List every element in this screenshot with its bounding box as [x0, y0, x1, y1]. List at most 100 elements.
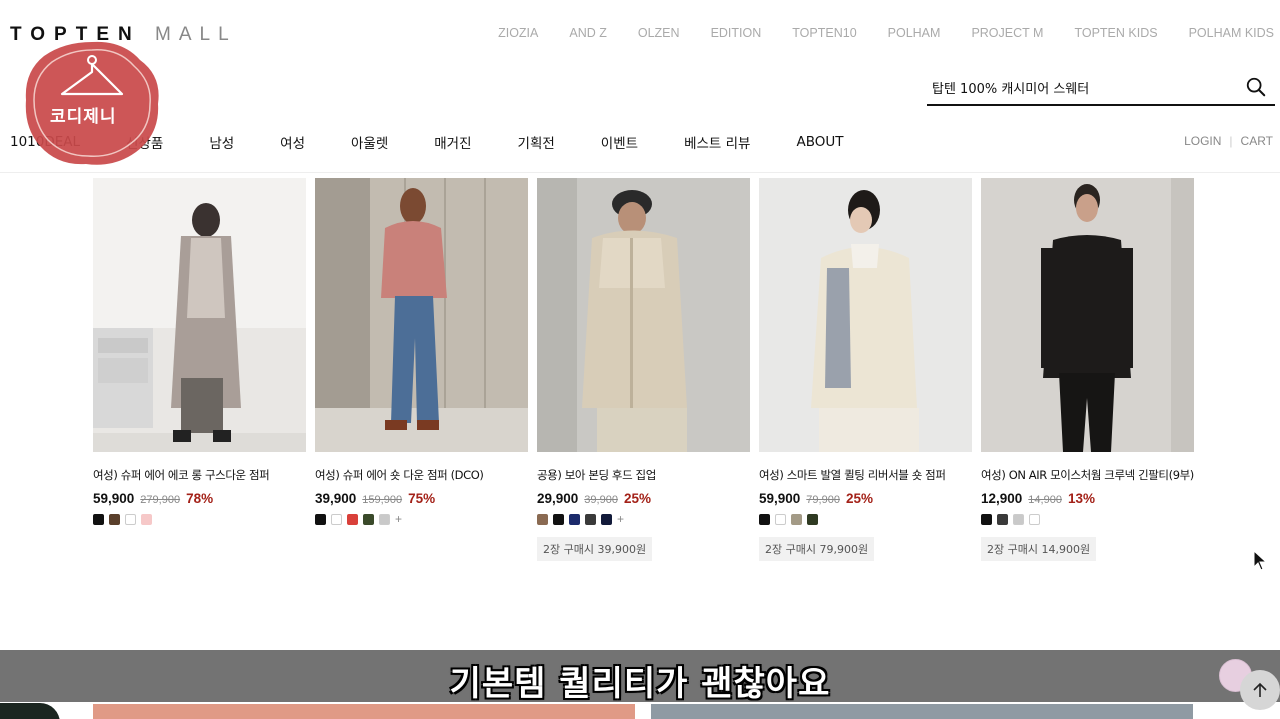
video-caption: 기본템 퀄리티가 괜찮아요: [449, 664, 831, 704]
color-swatches: [93, 514, 306, 525]
sale-price: 59,900: [759, 491, 801, 506]
discount-rate: 13%: [1067, 491, 1095, 506]
nav-item-event[interactable]: 이벤트: [601, 132, 638, 152]
product-name[interactable]: 여성) 슈퍼 에어 숏 다운 점퍼 (DCO): [315, 467, 528, 483]
color-swatch[interactable]: [1013, 514, 1024, 525]
watermark-label: 코디제니: [50, 107, 117, 127]
more-colors-icon[interactable]: +: [395, 513, 402, 525]
sale-price: 59,900: [93, 491, 135, 506]
brand-nav: ZIOZIA AND Z OLZEN EDITION TOPTEN10 POLH…: [498, 26, 1274, 40]
color-swatch[interactable]: [93, 514, 104, 525]
product-name[interactable]: 공용) 보아 본딩 후드 집업: [537, 467, 750, 483]
divider: |: [1229, 134, 1233, 148]
search-box: [927, 72, 1275, 106]
brand-link[interactable]: TOPTEN10: [792, 26, 856, 40]
logo-sub: MALL: [155, 24, 237, 45]
color-swatch[interactable]: [347, 514, 358, 525]
sale-price: 12,900: [981, 491, 1023, 506]
price-row: 39,900 159,900 75%: [315, 491, 528, 506]
discount-rate: 75%: [408, 491, 436, 506]
search-input[interactable]: [927, 72, 1227, 102]
search-icon[interactable]: [1245, 76, 1267, 98]
color-swatch[interactable]: [331, 514, 342, 525]
brand-link[interactable]: AND Z: [569, 26, 607, 40]
brand-link[interactable]: EDITION: [711, 26, 762, 40]
promo-banner[interactable]: [651, 704, 1193, 719]
nav-item-best-review[interactable]: 베스트 리뷰: [684, 132, 750, 152]
product-image[interactable]: [315, 178, 528, 452]
color-swatch[interactable]: [537, 514, 548, 525]
price-row: 29,900 39,900 25%: [537, 491, 750, 506]
product-name[interactable]: 여성) ON AIR 모이스처웜 크루넥 긴팔티(9부): [981, 467, 1194, 483]
color-swatch[interactable]: [981, 514, 992, 525]
product-image[interactable]: [759, 178, 972, 452]
color-swatches: +: [537, 513, 750, 525]
nav-item-special[interactable]: 기획전: [518, 132, 555, 152]
cart-link[interactable]: CART: [1241, 134, 1273, 148]
more-colors-icon[interactable]: +: [617, 513, 624, 525]
scroll-top-button[interactable]: [1240, 670, 1280, 710]
util-nav: LOGIN | CART: [1184, 134, 1273, 148]
chat-widget[interactable]: [0, 703, 60, 719]
product-card[interactable]: 여성) 슈퍼 에어 에코 롱 구스다운 점퍼 59,900 279,900 78…: [93, 178, 306, 561]
color-swatch[interactable]: [759, 514, 770, 525]
nav-item-outlet[interactable]: 아울렛: [351, 132, 388, 152]
color-swatch[interactable]: [997, 514, 1008, 525]
color-swatch[interactable]: [363, 514, 374, 525]
bundle-badge: 2장 구매시 39,900원: [537, 537, 653, 561]
color-swatch[interactable]: [109, 514, 120, 525]
product-image[interactable]: [537, 178, 750, 452]
nav-item-women[interactable]: 여성: [280, 132, 305, 152]
color-swatches: +: [315, 513, 528, 525]
bundle-badge: 2장 구매시 14,900원: [981, 537, 1097, 561]
sale-price: 39,900: [315, 491, 357, 506]
promo-banner[interactable]: [93, 704, 635, 719]
brand-link[interactable]: PROJECT M: [971, 26, 1043, 40]
brand-link[interactable]: POLHAM KIDS: [1189, 26, 1274, 40]
color-swatch[interactable]: [1029, 514, 1040, 525]
discount-rate: 78%: [186, 491, 214, 506]
product-image[interactable]: [981, 178, 1194, 452]
color-swatch[interactable]: [585, 514, 596, 525]
brand-link[interactable]: POLHAM: [888, 26, 941, 40]
original-price: 159,900: [362, 494, 403, 506]
product-image[interactable]: [93, 178, 306, 452]
color-swatch[interactable]: [601, 514, 612, 525]
bundle-badge: 2장 구매시 79,900원: [759, 537, 875, 561]
original-price: 279,900: [140, 494, 181, 506]
brand-link[interactable]: OLZEN: [638, 26, 680, 40]
color-swatch[interactable]: [315, 514, 326, 525]
mouse-cursor-icon: [1253, 550, 1267, 571]
original-price: 79,900: [806, 494, 840, 506]
color-swatch[interactable]: [125, 514, 136, 525]
color-swatch[interactable]: [141, 514, 152, 525]
nav-item-magazine[interactable]: 매거진: [434, 132, 471, 152]
price-row: 59,900 279,900 78%: [93, 491, 306, 506]
discount-rate: 25%: [845, 491, 873, 506]
product-name[interactable]: 여성) 스마트 발열 퀼팅 리버서블 숏 점퍼: [759, 467, 972, 483]
brand-link[interactable]: TOPTEN KIDS: [1074, 26, 1157, 40]
product-grid: 여성) 슈퍼 에어 에코 롱 구스다운 점퍼 59,900 279,900 78…: [93, 178, 1194, 561]
product-card[interactable]: 공용) 보아 본딩 후드 집업 29,900 39,900 25% + 2장 구…: [537, 178, 750, 561]
color-swatch[interactable]: [553, 514, 564, 525]
original-price: 14,900: [1028, 494, 1062, 506]
product-card[interactable]: 여성) ON AIR 모이스처웜 크루넥 긴팔티(9부) 12,900 14,9…: [981, 178, 1194, 561]
product-name[interactable]: 여성) 슈퍼 에어 에코 롱 구스다운 점퍼: [93, 467, 306, 483]
arrow-up-icon: [1253, 682, 1267, 697]
nav-item-men[interactable]: 남성: [209, 132, 234, 152]
color-swatch[interactable]: [569, 514, 580, 525]
login-link[interactable]: LOGIN: [1184, 134, 1221, 148]
color-swatch[interactable]: [791, 514, 802, 525]
color-swatches: [981, 514, 1194, 525]
sale-price: 29,900: [537, 491, 579, 506]
price-row: 12,900 14,900 13%: [981, 491, 1194, 506]
product-card[interactable]: 여성) 슈퍼 에어 숏 다운 점퍼 (DCO) 39,900 159,900 7…: [315, 178, 528, 561]
color-swatch[interactable]: [379, 514, 390, 525]
product-card[interactable]: 여성) 스마트 발열 퀼팅 리버서블 숏 점퍼 59,900 79,900 25…: [759, 178, 972, 561]
brand-link[interactable]: ZIOZIA: [498, 26, 538, 40]
nav-item-about[interactable]: ABOUT: [796, 134, 843, 150]
color-swatch[interactable]: [775, 514, 786, 525]
price-row: 59,900 79,900 25%: [759, 491, 972, 506]
color-swatch[interactable]: [807, 514, 818, 525]
divider: [0, 172, 1280, 173]
